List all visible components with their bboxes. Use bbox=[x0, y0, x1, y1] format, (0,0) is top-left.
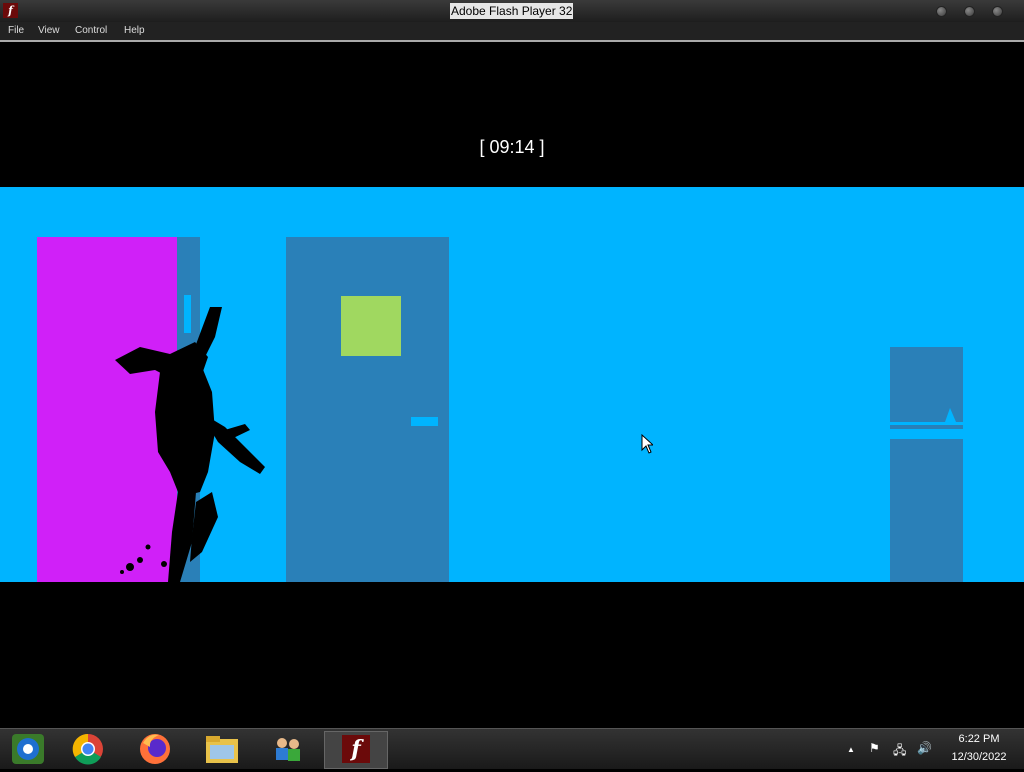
show-hidden-icons-icon[interactable]: ▲ bbox=[847, 745, 855, 754]
close-button[interactable] bbox=[992, 6, 1003, 17]
action-center-flag-icon[interactable]: ⚑ bbox=[869, 741, 880, 755]
menu-view[interactable]: View bbox=[38, 25, 60, 36]
firefox-icon[interactable] bbox=[135, 731, 175, 767]
mouse-cursor-icon bbox=[641, 434, 653, 454]
network-people-icon[interactable] bbox=[268, 731, 308, 767]
small-spike-shape bbox=[945, 408, 956, 422]
flash-player-icon: f bbox=[342, 735, 370, 763]
flash-player-taskbar-button[interactable]: f bbox=[324, 731, 388, 769]
player-silhouette bbox=[115, 307, 265, 582]
menu-file[interactable]: File bbox=[8, 25, 24, 36]
window-title: Adobe Flash Player 32 bbox=[450, 3, 574, 19]
right-ledge bbox=[890, 425, 963, 429]
game-timer: [ 09:14 ] bbox=[479, 137, 545, 157]
game-play-area[interactable] bbox=[0, 187, 1024, 582]
door-handle bbox=[411, 417, 438, 426]
volume-icon[interactable]: 🔊 bbox=[917, 741, 932, 755]
minimize-button[interactable] bbox=[936, 6, 947, 17]
network-icon[interactable]: 🖧 bbox=[893, 741, 906, 762]
menu-help[interactable]: Help bbox=[124, 25, 145, 36]
blue-door bbox=[286, 237, 449, 582]
maximize-button[interactable] bbox=[964, 6, 975, 17]
clock-date[interactable]: 12/30/2022 bbox=[941, 751, 1017, 763]
chrome-icon[interactable] bbox=[68, 731, 108, 767]
door-window bbox=[341, 296, 401, 356]
right-lower-block bbox=[890, 439, 963, 582]
start-orb-icon[interactable] bbox=[8, 731, 48, 767]
menu-control[interactable]: Control bbox=[75, 25, 107, 36]
window-titlebar[interactable]: f Adobe Flash Player 32 bbox=[0, 0, 1024, 22]
clock-time[interactable]: 6:22 PM bbox=[944, 733, 1014, 745]
flash-icon: f bbox=[3, 3, 18, 18]
file-explorer-icon[interactable] bbox=[202, 731, 242, 767]
menu-bar: File View Control Help bbox=[0, 22, 1024, 42]
